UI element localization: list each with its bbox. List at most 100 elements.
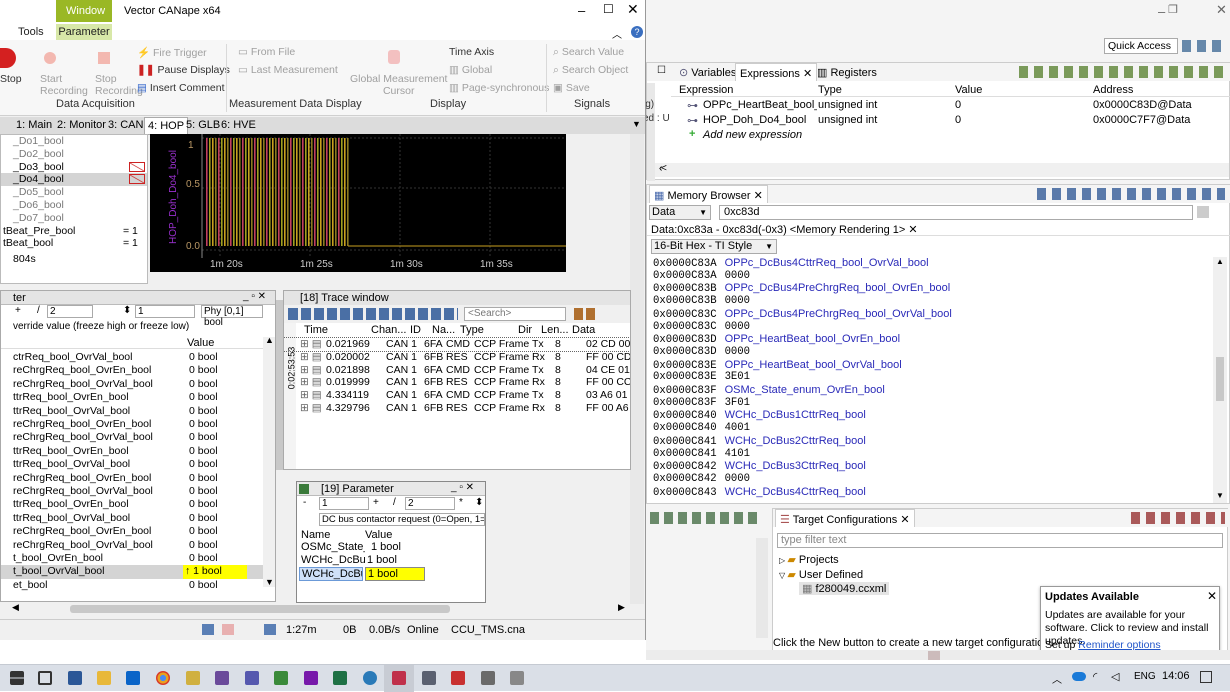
- param-scrollbar[interactable]: ▲ ▼: [263, 335, 275, 587]
- expand-icon[interactable]: ⊞ ▤: [300, 364, 322, 377]
- trace-filter-icons[interactable]: [574, 308, 596, 320]
- file-explorer-icon[interactable]: [97, 671, 111, 685]
- page-sync-button[interactable]: ▥ Page-synchronous: [449, 82, 549, 94]
- app-icon[interactable]: [451, 671, 465, 685]
- fire-trigger-button[interactable]: ⚡ Fire Trigger: [137, 46, 207, 59]
- table-row[interactable]: ttrReq_bool_OvrEn_bool 0 bool: [1, 391, 263, 404]
- tab-hve[interactable]: 6: HVE: [221, 119, 256, 131]
- table-row[interactable]: reChrgReq_bool_OvrEn_bool 0 bool: [1, 525, 263, 538]
- list-item[interactable]: _Do3_bool: [1, 161, 147, 174]
- main-scrollbar[interactable]: [630, 134, 644, 604]
- memory-symbol-line[interactable]: 0x0000C842 WCHc_DcBus3CttrReq_bool: [653, 460, 866, 473]
- tab-target-configurations[interactable]: ☰ Target Configurations ✕: [775, 509, 915, 527]
- memory-symbol-line[interactable]: 0x0000C841 WCHc_DcBus2CttrReq_bool: [653, 435, 866, 448]
- list-item[interactable]: tBeat_bool = 1: [1, 237, 147, 250]
- close-button[interactable]: ✕: [627, 1, 639, 18]
- memory-scrollbar[interactable]: ▲ ▼: [1213, 257, 1227, 503]
- table-row[interactable]: ttrReq_bool_OvrVal_bool 0 bool: [1, 512, 263, 525]
- global-cursor-button[interactable]: Global Measurement Cursor: [350, 73, 447, 97]
- trace-search-input[interactable]: <Search>: [464, 307, 566, 321]
- tree-item-user-defined[interactable]: ▽ ▰ User Defined: [779, 568, 863, 581]
- tab-monitor[interactable]: 2: Monitor: [57, 119, 106, 131]
- tab-memory-rendering[interactable]: Data:0xc83a - 0xc83d(-0x3) <Memory Rende…: [651, 223, 918, 236]
- divide-button[interactable]: /: [37, 305, 40, 316]
- quick-access-input[interactable]: Quick Access: [1104, 38, 1178, 54]
- app-icon[interactable]: [274, 671, 288, 685]
- col-len[interactable]: Len...: [541, 324, 569, 336]
- table-row[interactable]: reChrgReq_bool_OvrVal_bool 0 bool: [1, 431, 263, 444]
- notifications-icon[interactable]: [1200, 671, 1212, 683]
- tab-can[interactable]: 3: CAN: [108, 119, 143, 131]
- horizontal-scrollbar[interactable]: ◀ ▶: [0, 602, 630, 616]
- minimize-button[interactable]: –: [578, 3, 585, 18]
- table-row[interactable]: reChrgReq_bool_OvrVal_bool 0 bool: [1, 539, 263, 552]
- onedrive-icon[interactable]: [1072, 672, 1086, 681]
- table-row[interactable]: reChrgReq_bool_OvrEn_bool 0 bool: [1, 472, 263, 485]
- table-row[interactable]: t_bool_OvrVal_bool ↑ 1 bool: [1, 565, 263, 579]
- chrome-icon[interactable]: [156, 671, 170, 685]
- volume-icon[interactable]: ◁: [1111, 670, 1119, 683]
- memory-value-line[interactable]: 0x0000C83A 0000: [653, 270, 750, 282]
- onenote-icon[interactable]: [304, 671, 318, 685]
- tab-expressions[interactable]: Expressions ✕: [735, 63, 818, 81]
- col-type[interactable]: Type: [818, 84, 842, 96]
- memory-symbol-line[interactable]: 0x0000C83F OSMc_State_enum_OvrEn_bool: [653, 384, 885, 397]
- start-icon[interactable]: [10, 671, 24, 685]
- table-row[interactable]: reChrgReq_bool_OvrVal_bool 0 bool: [1, 378, 263, 391]
- tab-hop[interactable]: 4: HOP: [144, 117, 189, 135]
- p19-field2[interactable]: 2: [405, 497, 455, 510]
- table-row[interactable]: ttrReq_bool_OvrVal_bool 0 bool: [1, 405, 263, 418]
- memory-symbol-line[interactable]: 0x0000C83A OPPc_DcBus4CttrReq_bool_OvrVal…: [653, 257, 929, 270]
- tab-window[interactable]: Window: [66, 5, 105, 17]
- table-row[interactable]: ⊞ ▤ 0.021898 CAN 1 6FA CMD CCP Frame Tx 8 04 CE …: [284, 364, 630, 377]
- memory-value-line[interactable]: 0x0000C841 4101: [653, 448, 750, 460]
- memory-value-line[interactable]: 0x0000C840 4001: [653, 422, 750, 434]
- table-row[interactable]: ctrReq_bool_OvrVal_bool 0 bool: [1, 351, 263, 364]
- col-time[interactable]: Time: [304, 324, 328, 336]
- tabs-dropdown-icon[interactable]: ▼: [632, 119, 641, 129]
- list-item[interactable]: _Do4_bool: [1, 173, 147, 187]
- expand-icon[interactable]: ⊞ ▤: [300, 351, 322, 364]
- col-chan[interactable]: Chan...: [371, 324, 406, 336]
- console-scrollbar[interactable]: [756, 538, 768, 638]
- param-field2[interactable]: 1: [135, 305, 195, 318]
- memory-value-line[interactable]: 0x0000C83E 3E01: [653, 371, 750, 383]
- col-address[interactable]: Address: [1093, 84, 1133, 96]
- expr-hscroll[interactable]: ‹ ‹ <: [655, 163, 1229, 177]
- p19-window-controls[interactable]: _ ▫ ✕: [451, 482, 474, 493]
- param-unit[interactable]: Phy [0,1] bool: [201, 305, 263, 328]
- tree-item-ccxml[interactable]: ▦ f280049.ccxml: [799, 582, 890, 595]
- list-item[interactable]: _Do6_bool: [1, 199, 147, 212]
- clock[interactable]: 14:06: [1162, 670, 1190, 682]
- stop-icon[interactable]: [0, 48, 16, 68]
- step-button[interactable]: ⬍: [123, 305, 131, 316]
- divide-button[interactable]: /: [393, 497, 396, 508]
- table-row[interactable]: reChrgReq_bool_OvrEn_bool 0 bool: [1, 364, 263, 377]
- col-value[interactable]: Value: [955, 84, 982, 96]
- table-row[interactable]: ⊞ ▤ 4.334119 CAN 1 6FA CMD CCP Frame Tx 8 03 A6 …: [284, 389, 630, 402]
- memory-value-line[interactable]: 0x0000C83D 0000: [653, 346, 750, 358]
- memory-symbol-line[interactable]: 0x0000C83E OPPc_HeartBeat_bool_OvrVal_boo…: [653, 359, 902, 372]
- table-row[interactable]: WCHc_DcBus1 bool: [299, 567, 427, 581]
- tab-memory-browser[interactable]: ▦ Memory Browser ✕: [649, 185, 768, 203]
- col-data[interactable]: Data: [572, 324, 595, 336]
- restore-button[interactable]: ❐: [1168, 3, 1178, 16]
- stop-label[interactable]: Stop: [0, 73, 22, 85]
- minus-button[interactable]: -: [303, 497, 306, 508]
- memory-address-input[interactable]: 0xc83d: [719, 205, 1193, 220]
- wifi-icon[interactable]: ◜: [1093, 670, 1097, 683]
- memory-symbol-line[interactable]: 0x0000C840 WCHc_DcBus1CttrReq_bool: [653, 409, 866, 422]
- app-icon[interactable]: [186, 671, 200, 685]
- language-indicator[interactable]: ENG: [1134, 671, 1156, 682]
- tab-tools[interactable]: Tools: [18, 26, 44, 38]
- app-icon[interactable]: [510, 671, 524, 685]
- expand-icon[interactable]: ⊞ ▤: [300, 402, 322, 415]
- table-row[interactable]: ⊞ ▤ 4.329796 CAN 1 6FB RES CCP Frame Rx 8 FF 00 …: [284, 402, 630, 415]
- table-row[interactable]: WCHc_DcBus1 bool: [299, 554, 427, 567]
- table-row[interactable]: ⊞ ▤ 0.019999 CAN 1 6FB RES CCP Frame Rx 8 FF 00 …: [284, 376, 630, 389]
- table-row[interactable]: t_bool_OvrEn_bool 0 bool: [1, 552, 263, 565]
- rendering-format-select[interactable]: 16-Bit Hex - TI Style ▼: [651, 239, 777, 254]
- memory-toolbar-icons[interactable]: [1037, 188, 1225, 200]
- tree-item-projects[interactable]: ▷ ▰ Projects: [779, 553, 839, 566]
- table-row[interactable]: ⊶ HOP_Doh_Do4_bool unsigned int 0 0x0000…: [671, 113, 1230, 127]
